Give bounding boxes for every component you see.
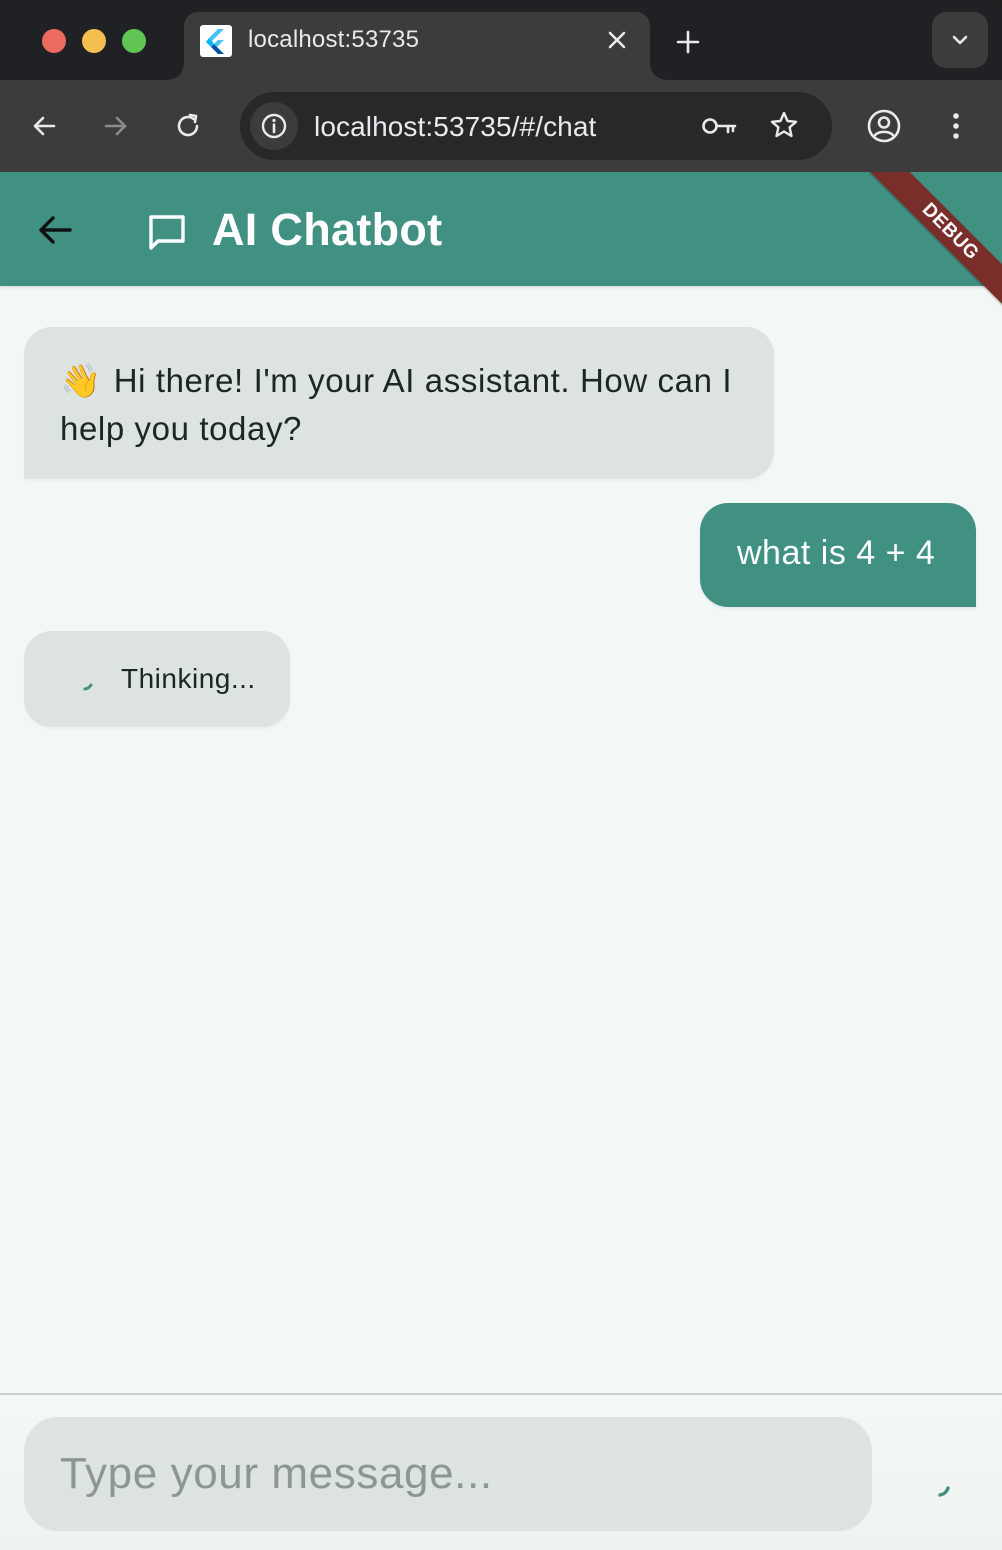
tab-close-icon[interactable] <box>604 27 630 53</box>
chat-app: AI Chatbot DEBUG 👋 Hi there! I'm your AI … <box>0 172 1002 1550</box>
address-bar[interactable]: localhost:53735/#/chat <box>240 92 832 160</box>
close-window-button[interactable] <box>42 29 66 53</box>
key-icon[interactable] <box>700 110 740 142</box>
forward-arrow-icon[interactable] <box>100 110 132 142</box>
bot-message-text: 👋 Hi there! I'm your AI assistant. How ca… <box>60 357 738 453</box>
loading-spinner-icon <box>80 669 106 695</box>
site-info-icon[interactable] <box>250 102 298 150</box>
browser-tab[interactable]: localhost:53735 <box>168 12 666 80</box>
tab-search-button[interactable] <box>932 12 988 68</box>
browser-toolbar: localhost:53735/#/chat <box>0 80 1002 172</box>
minimize-window-button[interactable] <box>82 29 106 53</box>
back-arrow-icon[interactable] <box>32 207 78 253</box>
new-tab-plus-icon[interactable] <box>672 26 704 58</box>
bot-message-bubble: 👋 Hi there! I'm your AI assistant. How ca… <box>24 327 774 479</box>
user-message-bubble: what is 4 + 4 <box>700 503 976 607</box>
message-input[interactable] <box>24 1417 872 1531</box>
thinking-indicator: Thinking... <box>24 631 290 727</box>
chevron-down-icon <box>952 35 968 45</box>
chat-bubble-icon <box>144 208 190 254</box>
page-title: AI Chatbot <box>212 204 443 255</box>
thinking-label: Thinking... <box>121 663 256 694</box>
waving-hand-icon: 👋 <box>60 362 102 399</box>
more-vertical-icon[interactable] <box>940 110 972 142</box>
bookmark-star-icon[interactable] <box>768 109 800 141</box>
reload-icon[interactable] <box>172 110 204 142</box>
message-composer <box>0 1393 1002 1550</box>
back-arrow-icon[interactable] <box>28 110 60 142</box>
profile-icon[interactable] <box>866 108 902 144</box>
url-text[interactable]: localhost:53735/#/chat <box>314 111 596 143</box>
browser-titlebar: localhost:53735 <box>0 0 1002 80</box>
app-bar: AI Chatbot <box>0 172 1002 286</box>
tab-title: localhost:53735 <box>248 26 420 53</box>
send-loading-spinner-icon[interactable] <box>930 1471 962 1503</box>
maximize-window-button[interactable] <box>122 29 146 53</box>
flutter-favicon-icon <box>200 25 232 57</box>
user-message-text: what is 4 + 4 <box>737 534 936 572</box>
bot-message-content: Hi there! I'm your AI assistant. How can… <box>60 362 733 447</box>
